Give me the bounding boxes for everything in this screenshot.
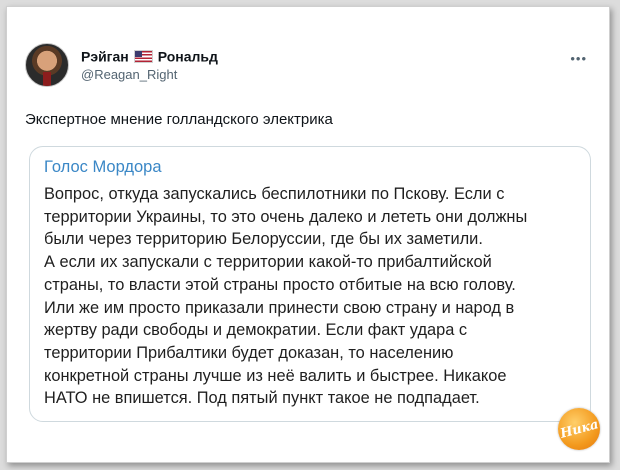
quote-line: конкретной страны лучше из неё валить и … xyxy=(44,366,507,385)
quote-line: территории Прибалтики будет доказан, то … xyxy=(44,343,454,362)
quoted-post-body: Вопрос, откуда запускались беспилотники … xyxy=(44,183,589,410)
quoted-post[interactable]: Голос Мордора Вопрос, откуда запускались… xyxy=(29,146,591,422)
quote-line: были через территорию Белоруссии, где бы… xyxy=(44,230,483,249)
author-last-name[interactable]: Рональд xyxy=(158,48,218,64)
quote-line: Или же им просто приказали принести свою… xyxy=(44,298,515,317)
post-text: Экспертное мнение голландского электрика xyxy=(25,111,333,128)
avatar-tie xyxy=(43,72,51,86)
author-first-name[interactable]: Рэйган xyxy=(81,48,129,64)
watermark-logo: Ника xyxy=(558,408,600,450)
quote-line: НАТО не впишется. Под пятый пункт такое … xyxy=(44,389,480,408)
quote-line: страны, то власти этой страны просто отб… xyxy=(44,275,516,294)
more-options-icon[interactable]: ••• xyxy=(570,51,587,66)
author-handle[interactable]: @Reagan_Right xyxy=(81,67,177,82)
quoted-post-title[interactable]: Голос Мордора xyxy=(44,158,162,177)
avatar[interactable] xyxy=(25,43,69,87)
author-name[interactable]: Рэйган Рональд xyxy=(81,47,218,64)
screenshot-frame: Рэйган Рональд @Reagan_Right ••• Экспертн… xyxy=(6,6,610,463)
watermark-text: Ника xyxy=(558,416,600,442)
quote-line: А если их запускали с территории какой-т… xyxy=(44,253,492,272)
us-flag-icon xyxy=(133,49,153,63)
quote-line: жертву ради свободы и демократии. Если ф… xyxy=(44,321,468,340)
quote-line: Вопрос, откуда запускались беспилотники … xyxy=(44,185,505,203)
quote-line: территории Украины, то это очень далеко … xyxy=(44,207,528,226)
post-header: Рэйган Рональд @Reagan_Right ••• xyxy=(23,43,593,87)
